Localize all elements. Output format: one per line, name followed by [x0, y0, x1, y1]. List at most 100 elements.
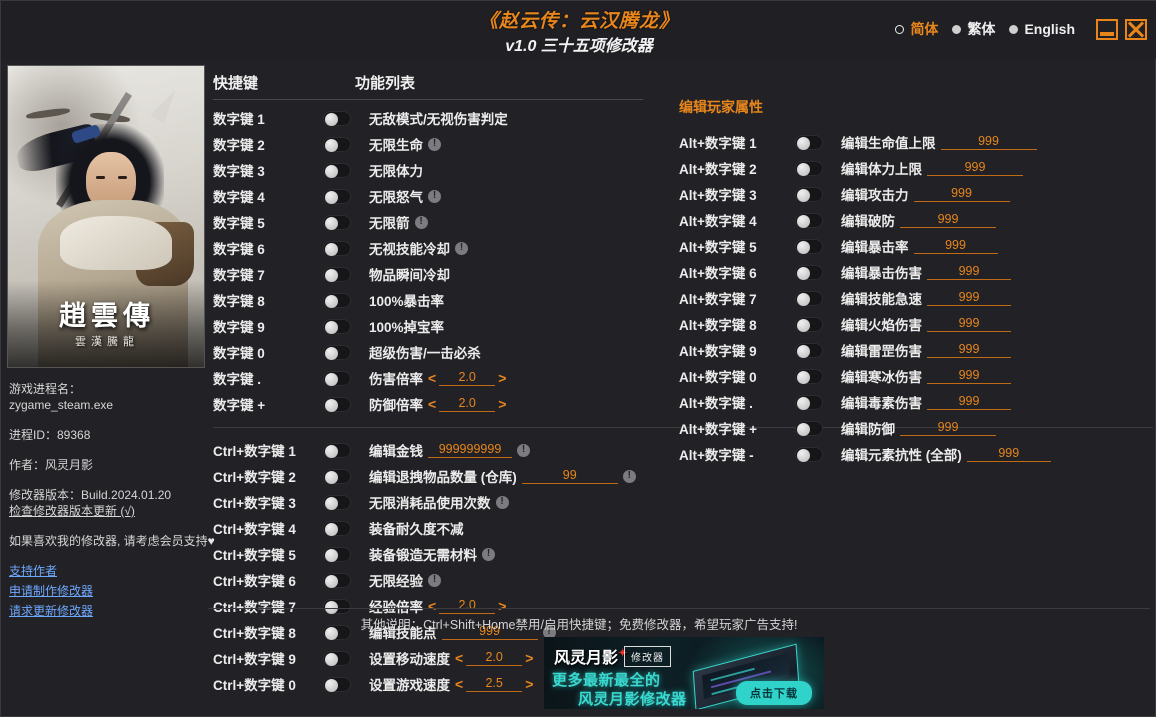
cheat-row: Alt+数字键 3 编辑攻击力 999 — [679, 181, 1149, 207]
value-input[interactable]: 999 — [966, 446, 1051, 462]
function-cell: 编辑毒素伤害 999 — [841, 392, 1011, 412]
value-input[interactable]: 999 — [913, 238, 998, 254]
info-icon[interactable]: ! — [495, 495, 509, 509]
spinner-value-input[interactable]: 2.0 — [439, 370, 496, 386]
spinner-value-input[interactable]: 2.5 — [466, 676, 523, 692]
lang-option-traditional[interactable]: 繁体 — [952, 19, 995, 39]
hotkey-label: Alt+数字键 2 — [679, 162, 757, 177]
cheat-toggle[interactable] — [323, 292, 351, 308]
cheat-toggle[interactable] — [795, 394, 823, 410]
spinner-value-input[interactable]: 2.0 — [439, 598, 496, 614]
function-cell: 无限生命! — [369, 134, 441, 154]
value-input[interactable]: 999 — [927, 342, 1011, 358]
info-icon[interactable]: ! — [622, 469, 636, 483]
cheat-toggle[interactable] — [323, 468, 351, 484]
support-author-link[interactable]: 支持作者 — [9, 563, 205, 579]
function-label: 编辑寒冰伤害 — [841, 370, 922, 385]
cheat-row: 数字键 9 100%掉宝率 — [213, 313, 643, 339]
function-cell: 物品瞬间冷却 — [369, 264, 450, 284]
value-input[interactable]: 999 — [927, 264, 1011, 280]
cheat-toggle[interactable] — [795, 238, 823, 254]
info-icon[interactable]: ! — [517, 443, 530, 457]
value-input[interactable]: 999 — [913, 186, 1010, 202]
cheat-toggle[interactable] — [323, 266, 351, 282]
cheat-row: 数字键 6 无视技能冷却! — [213, 235, 643, 261]
cheat-toggle[interactable] — [323, 110, 351, 126]
minimize-icon[interactable] — [1096, 19, 1118, 40]
value-input[interactable]: 99 — [521, 468, 618, 484]
check-update-link[interactable]: 检查修改器版本更新 (√) — [9, 503, 205, 519]
cheat-toggle[interactable] — [795, 420, 823, 436]
toggle-wrap — [323, 266, 369, 282]
info-icon[interactable]: ! — [414, 215, 428, 229]
spinner-increment-icon[interactable]: > — [498, 396, 506, 412]
cheat-toggle[interactable] — [795, 290, 823, 306]
cheat-toggle[interactable] — [795, 446, 823, 462]
spinner-increment-icon[interactable]: > — [498, 370, 506, 386]
hotkey-label: Alt+数字键 3 — [679, 188, 757, 203]
cheat-toggle[interactable] — [323, 188, 351, 204]
cheat-toggle[interactable] — [795, 186, 823, 202]
cheat-toggle[interactable] — [795, 212, 823, 228]
ad-banner[interactable]: 风灵月影✦ 修改器 更多最新最全的 风灵月影修改器 点击下载 — [544, 637, 824, 709]
value-input[interactable]: 999 — [927, 316, 1011, 332]
spinner-value-input[interactable]: 2.0 — [439, 396, 496, 412]
cheat-toggle[interactable] — [795, 134, 823, 150]
spinner-increment-icon[interactable]: > — [525, 676, 533, 692]
cheat-toggle[interactable] — [323, 214, 351, 230]
cheat-toggle[interactable] — [323, 162, 351, 178]
cheat-toggle[interactable] — [323, 396, 351, 412]
hotkey-label: 数字键 4 — [213, 190, 265, 205]
value-input[interactable]: 999 — [927, 160, 1023, 176]
lang-option-simplified[interactable]: 简体 — [895, 19, 938, 39]
close-icon[interactable] — [1125, 19, 1147, 40]
spinner-decrement-icon[interactable]: < — [455, 676, 463, 692]
cheat-toggle[interactable] — [323, 442, 351, 458]
cheat-toggle[interactable] — [323, 318, 351, 334]
cheat-toggle[interactable] — [795, 264, 823, 280]
cheat-toggle[interactable] — [323, 136, 351, 152]
value-input[interactable]: 999 — [900, 212, 996, 228]
cheat-toggle[interactable] — [323, 546, 351, 562]
cheat-toggle[interactable] — [323, 520, 351, 536]
info-icon[interactable]: ! — [428, 137, 441, 151]
ad-download-button[interactable]: 点击下载 — [736, 681, 812, 705]
function-cell: 编辑防御 999 — [841, 418, 996, 438]
cheat-toggle[interactable] — [323, 572, 351, 588]
info-icon[interactable]: ! — [455, 241, 468, 255]
info-icon[interactable]: ! — [428, 189, 441, 203]
spinner-decrement-icon[interactable]: < — [455, 650, 463, 666]
toggle-wrap — [323, 572, 369, 588]
spinner-decrement-icon[interactable]: < — [428, 370, 436, 386]
value-input[interactable]: 999 — [900, 420, 996, 436]
info-icon[interactable]: ! — [482, 547, 495, 561]
cheat-toggle[interactable] — [323, 240, 351, 256]
cheat-toggle[interactable] — [323, 344, 351, 360]
spinner-increment-icon[interactable]: > — [498, 598, 506, 614]
spinner-increment-icon[interactable]: > — [525, 650, 533, 666]
toggle-wrap — [323, 442, 369, 458]
request-trainer-link[interactable]: 申请制作修改器 — [9, 583, 205, 599]
hotkey-label: Alt+数字键 7 — [679, 292, 757, 307]
cheat-toggle[interactable] — [795, 160, 823, 176]
toggle-knob — [325, 112, 338, 126]
spinner-decrement-icon[interactable]: < — [428, 598, 436, 614]
cheat-toggle[interactable] — [795, 368, 823, 384]
value-input[interactable]: 999 — [927, 368, 1011, 384]
value-input[interactable]: 999 — [940, 134, 1037, 150]
lang-option-english[interactable]: English — [1009, 21, 1075, 37]
value-input[interactable]: 999 — [927, 290, 1011, 306]
cheat-toggle[interactable] — [795, 342, 823, 358]
cheat-toggle[interactable] — [323, 370, 351, 386]
cheat-toggle[interactable] — [323, 598, 351, 614]
info-icon[interactable]: ! — [428, 573, 441, 587]
value-input[interactable]: 999 — [927, 394, 1011, 410]
value-input[interactable]: 999999999 — [428, 442, 512, 458]
cheat-toggle[interactable] — [323, 494, 351, 510]
toggle-wrap — [795, 446, 841, 462]
cheat-toggle[interactable] — [795, 316, 823, 332]
spinner-decrement-icon[interactable]: < — [428, 396, 436, 412]
spinner-value-input[interactable]: 2.0 — [466, 650, 523, 666]
cheat-toggle[interactable] — [323, 650, 351, 666]
cheat-toggle[interactable] — [323, 676, 351, 692]
